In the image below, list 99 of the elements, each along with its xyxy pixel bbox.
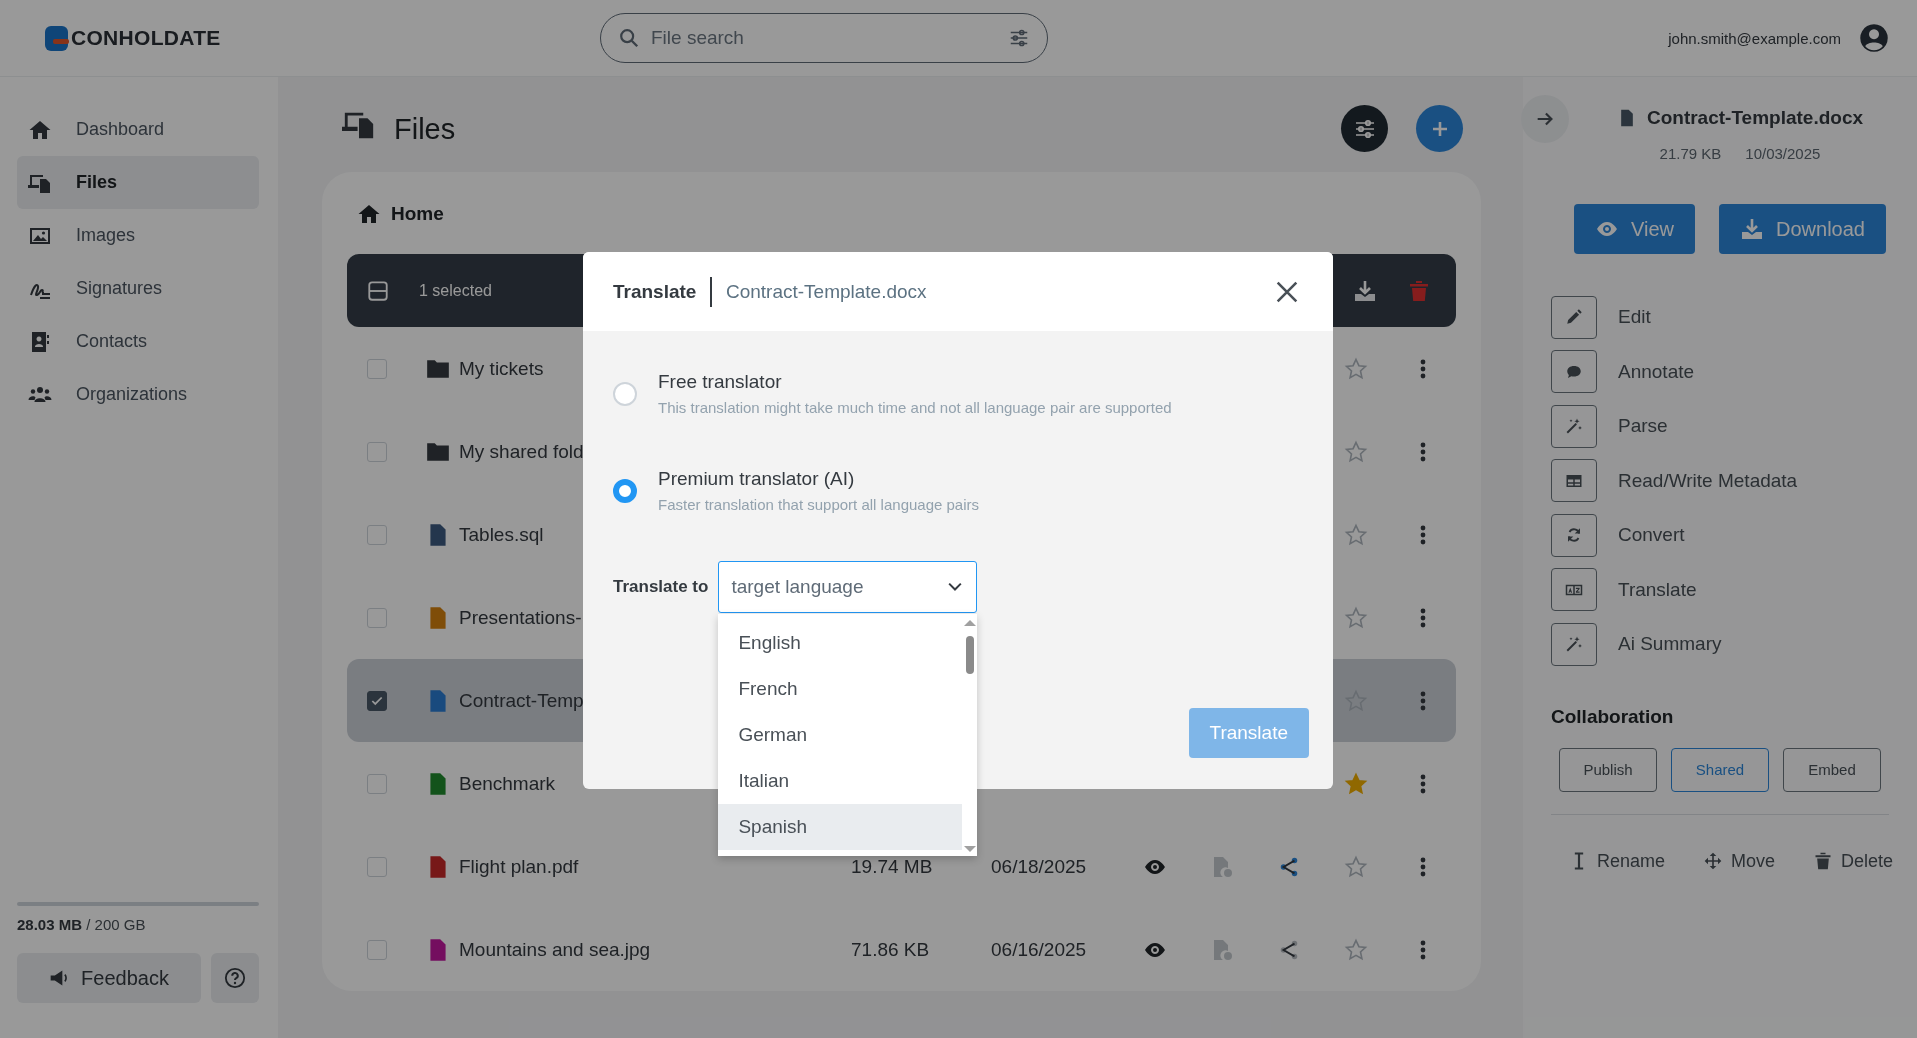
action-label[interactable]: Parse <box>1618 415 1668 438</box>
file-size: 19.74 MB <box>851 855 933 877</box>
more-icon[interactable] <box>1419 773 1426 794</box>
more-icon[interactable] <box>1419 856 1426 877</box>
sidebar-item[interactable]: Images <box>17 209 259 262</box>
sidebar-item[interactable]: Signatures <box>17 262 259 315</box>
file-date: 06/18/2025 <box>991 855 1087 877</box>
action-label[interactable]: Translate <box>1618 578 1697 601</box>
file-action[interactable]: Delete <box>1813 850 1894 872</box>
action-label[interactable]: Convert <box>1618 524 1685 547</box>
user-email: john.smith@example.com <box>1668 29 1841 47</box>
language-option[interactable]: French <box>718 666 963 712</box>
logo-icon <box>45 25 68 51</box>
action-button[interactable] <box>1551 404 1597 448</box>
more-icon[interactable] <box>1419 939 1426 960</box>
scrollbar[interactable] <box>962 614 978 856</box>
option-label[interactable]: Free translator <box>658 371 1172 393</box>
option-label[interactable]: Premium translator (AI) <box>658 468 980 490</box>
feedback-button[interactable]: Feedback <box>17 953 201 1003</box>
option-description: Faster translation that support all language pairs <box>658 496 980 513</box>
file-name[interactable]: Mountains and sea.jpg <box>459 938 831 961</box>
file-action[interactable]: Move <box>1703 850 1776 872</box>
magic-wand-icon <box>1565 417 1583 436</box>
star-icon[interactable] <box>1343 439 1368 464</box>
radio-button[interactable] <box>613 381 637 406</box>
avatar-icon <box>1859 23 1889 53</box>
trash-icon <box>1407 278 1431 303</box>
filter-button[interactable] <box>1341 105 1388 152</box>
move-arrows-icon <box>1703 851 1724 871</box>
page-title: Files <box>394 112 456 147</box>
file-date: 10/03/2025 <box>1745 145 1821 162</box>
action-button[interactable] <box>1551 513 1597 557</box>
sidebar-item[interactable]: Organizations <box>17 368 259 421</box>
field-label: Translate to <box>613 577 709 597</box>
filter-sliders-icon <box>1008 27 1030 49</box>
more-icon[interactable] <box>1419 690 1426 711</box>
star-icon[interactable] <box>1343 356 1368 381</box>
language-option[interactable]: English <box>718 620 963 666</box>
action-button[interactable] <box>1551 568 1597 612</box>
star-icon[interactable] <box>1343 854 1368 879</box>
row-checkbox[interactable] <box>367 690 387 711</box>
collapse-button[interactable] <box>1521 95 1569 143</box>
action-label[interactable]: Edit <box>1618 306 1651 329</box>
file-title: Contract-Template.docx <box>1646 107 1864 129</box>
help-button[interactable] <box>211 953 259 1003</box>
collaboration-button[interactable]: Shared <box>1671 747 1769 792</box>
selection-count: 1 selected <box>419 281 492 300</box>
home-icon <box>357 202 381 226</box>
file-size: 71.86 KB <box>851 938 930 960</box>
file-date: 06/16/2025 <box>991 938 1087 960</box>
language-option[interactable]: Italian <box>718 758 963 804</box>
collaboration-button[interactable]: Publish <box>1559 747 1657 792</box>
file-name[interactable]: Flight plan.pdf <box>459 855 831 878</box>
breadcrumb[interactable]: Home <box>391 203 444 225</box>
trash-icon <box>1813 851 1834 871</box>
sidebar-item[interactable]: Files <box>17 156 259 209</box>
magic-wand-icon <box>1565 635 1583 654</box>
action-button[interactable] <box>1551 350 1597 394</box>
collaboration-button[interactable]: Embed <box>1783 747 1881 792</box>
action-button[interactable] <box>1551 459 1597 503</box>
download-icon <box>1740 217 1764 241</box>
language-select[interactable]: target language <box>718 561 978 613</box>
action-label[interactable]: Annotate <box>1618 360 1695 383</box>
search-icon <box>618 27 640 49</box>
dialog-title: Translate <box>613 280 697 303</box>
action-button[interactable] <box>1551 622 1597 666</box>
view-button[interactable]: View <box>1574 204 1695 254</box>
more-icon[interactable] <box>1419 524 1426 545</box>
language-option[interactable]: German <box>718 712 963 758</box>
more-icon[interactable] <box>1419 358 1426 379</box>
file-size: 21.79 KB <box>1659 145 1722 162</box>
action-button[interactable] <box>1551 295 1597 339</box>
star-icon[interactable] <box>1343 605 1368 630</box>
search-field[interactable]: File search <box>600 13 1048 63</box>
action-label[interactable]: Read/Write Metadata <box>1618 469 1798 492</box>
language-option[interactable]: Spanish <box>718 804 963 850</box>
sidebar-item[interactable]: Dashboard <box>17 103 259 156</box>
more-icon[interactable] <box>1419 441 1426 462</box>
star-icon[interactable] <box>1343 771 1368 796</box>
logo-text: CONHOLDATE <box>71 26 221 50</box>
refresh-icon <box>1565 526 1583 545</box>
section-title: Collaboration <box>1551 705 1675 728</box>
download-button[interactable]: Download <box>1719 204 1886 254</box>
radio-button[interactable] <box>613 478 637 503</box>
download-icon <box>1353 278 1377 303</box>
deselect-checkbox-icon <box>367 279 389 302</box>
megaphone-icon <box>49 968 70 988</box>
storage-usage: 28.03 MB / 200 GB <box>17 916 147 933</box>
file-action[interactable]: Rename <box>1569 850 1666 872</box>
option-description: This translation might take much time and not all language pair are supported <box>658 399 1172 416</box>
help-icon <box>224 967 246 989</box>
sidebar-item[interactable]: Contacts <box>17 315 259 368</box>
add-button[interactable] <box>1416 105 1463 152</box>
more-icon[interactable] <box>1419 607 1426 628</box>
star-icon[interactable] <box>1343 937 1368 962</box>
star-icon[interactable] <box>1343 522 1368 547</box>
action-label[interactable]: Ai Summary <box>1618 633 1722 656</box>
pencil-icon <box>1565 308 1583 327</box>
dialog-file-name: Contract-Template.docx <box>725 280 927 303</box>
